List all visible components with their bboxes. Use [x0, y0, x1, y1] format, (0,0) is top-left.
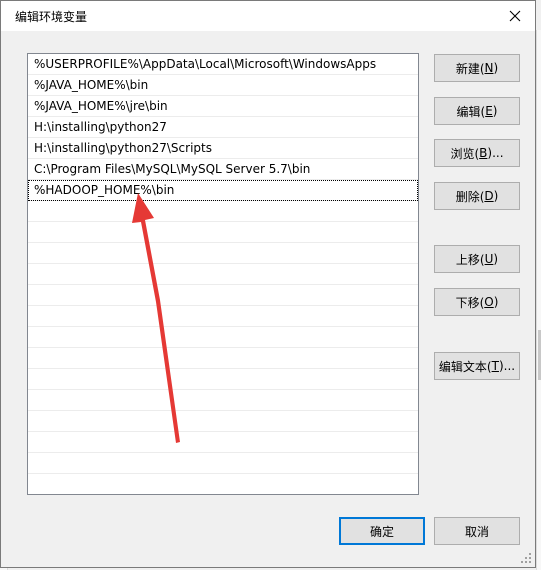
path-list-item[interactable]: %JAVA_HOME%\bin	[28, 75, 418, 96]
empty-list-row[interactable]	[28, 285, 418, 306]
resize-grip-icon[interactable]	[520, 552, 532, 564]
empty-list-row[interactable]	[28, 222, 418, 243]
dialog-title: 编辑环境变量	[15, 10, 88, 24]
empty-list-row[interactable]	[28, 348, 418, 369]
path-list-item[interactable]: %USERPROFILE%\AppData\Local\Microsoft\Wi…	[28, 54, 418, 75]
empty-list-row[interactable]	[28, 243, 418, 264]
empty-list-row[interactable]	[28, 453, 418, 474]
close-button[interactable]	[495, 1, 535, 31]
path-text: H:\installing\python27\Scripts	[34, 141, 212, 155]
empty-list-row[interactable]	[28, 264, 418, 285]
path-list-item[interactable]: C:\Program Files\MySQL\MySQL Server 5.7\…	[28, 159, 418, 180]
close-icon	[509, 10, 521, 22]
browse-button[interactable]: 浏览(B)...	[434, 139, 520, 167]
edit-button[interactable]: 编辑(E)	[434, 97, 520, 125]
empty-list-row[interactable]	[28, 201, 418, 222]
path-list-item[interactable]: H:\installing\python27\Scripts	[28, 138, 418, 159]
path-list-item[interactable]: %HADOOP_HOME%\bin	[28, 180, 418, 201]
empty-list-row[interactable]	[28, 432, 418, 453]
path-text: %USERPROFILE%\AppData\Local\Microsoft\Wi…	[34, 57, 377, 71]
background-window-right	[536, 30, 541, 570]
path-text: %JAVA_HOME%\bin	[34, 78, 149, 92]
path-list[interactable]: %USERPROFILE%\AppData\Local\Microsoft\Wi…	[27, 53, 419, 495]
empty-list-row[interactable]	[28, 411, 418, 432]
cancel-button[interactable]: 取消	[434, 517, 520, 545]
move-up-button[interactable]: 上移(U)	[434, 245, 520, 273]
new-button[interactable]: 新建(N)	[434, 54, 520, 82]
path-text: %JAVA_HOME%\jre\bin	[34, 99, 168, 113]
path-list-item[interactable]: %JAVA_HOME%\jre\bin	[28, 96, 418, 117]
empty-list-row[interactable]	[28, 327, 418, 348]
path-text: %HADOOP_HOME%\bin	[34, 183, 175, 197]
path-text: C:\Program Files\MySQL\MySQL Server 5.7\…	[34, 162, 311, 176]
ok-button[interactable]: 确定	[339, 517, 425, 545]
empty-list-row[interactable]	[28, 369, 418, 390]
edit-env-variable-dialog: 编辑环境变量 %USERPROFILE%\AppData\Local\Micro…	[0, 0, 536, 568]
path-list-item[interactable]: H:\installing\python27	[28, 117, 418, 138]
delete-button[interactable]: 删除(D)	[434, 182, 520, 210]
move-down-button[interactable]: 下移(O)	[434, 288, 520, 316]
empty-list-row[interactable]	[28, 474, 418, 494]
empty-list-row[interactable]	[28, 306, 418, 327]
path-text: H:\installing\python27	[34, 120, 167, 134]
empty-list-row[interactable]	[28, 390, 418, 411]
edit-text-button[interactable]: 编辑文本(T)...	[434, 352, 520, 380]
title-bar: 编辑环境变量	[1, 1, 535, 31]
